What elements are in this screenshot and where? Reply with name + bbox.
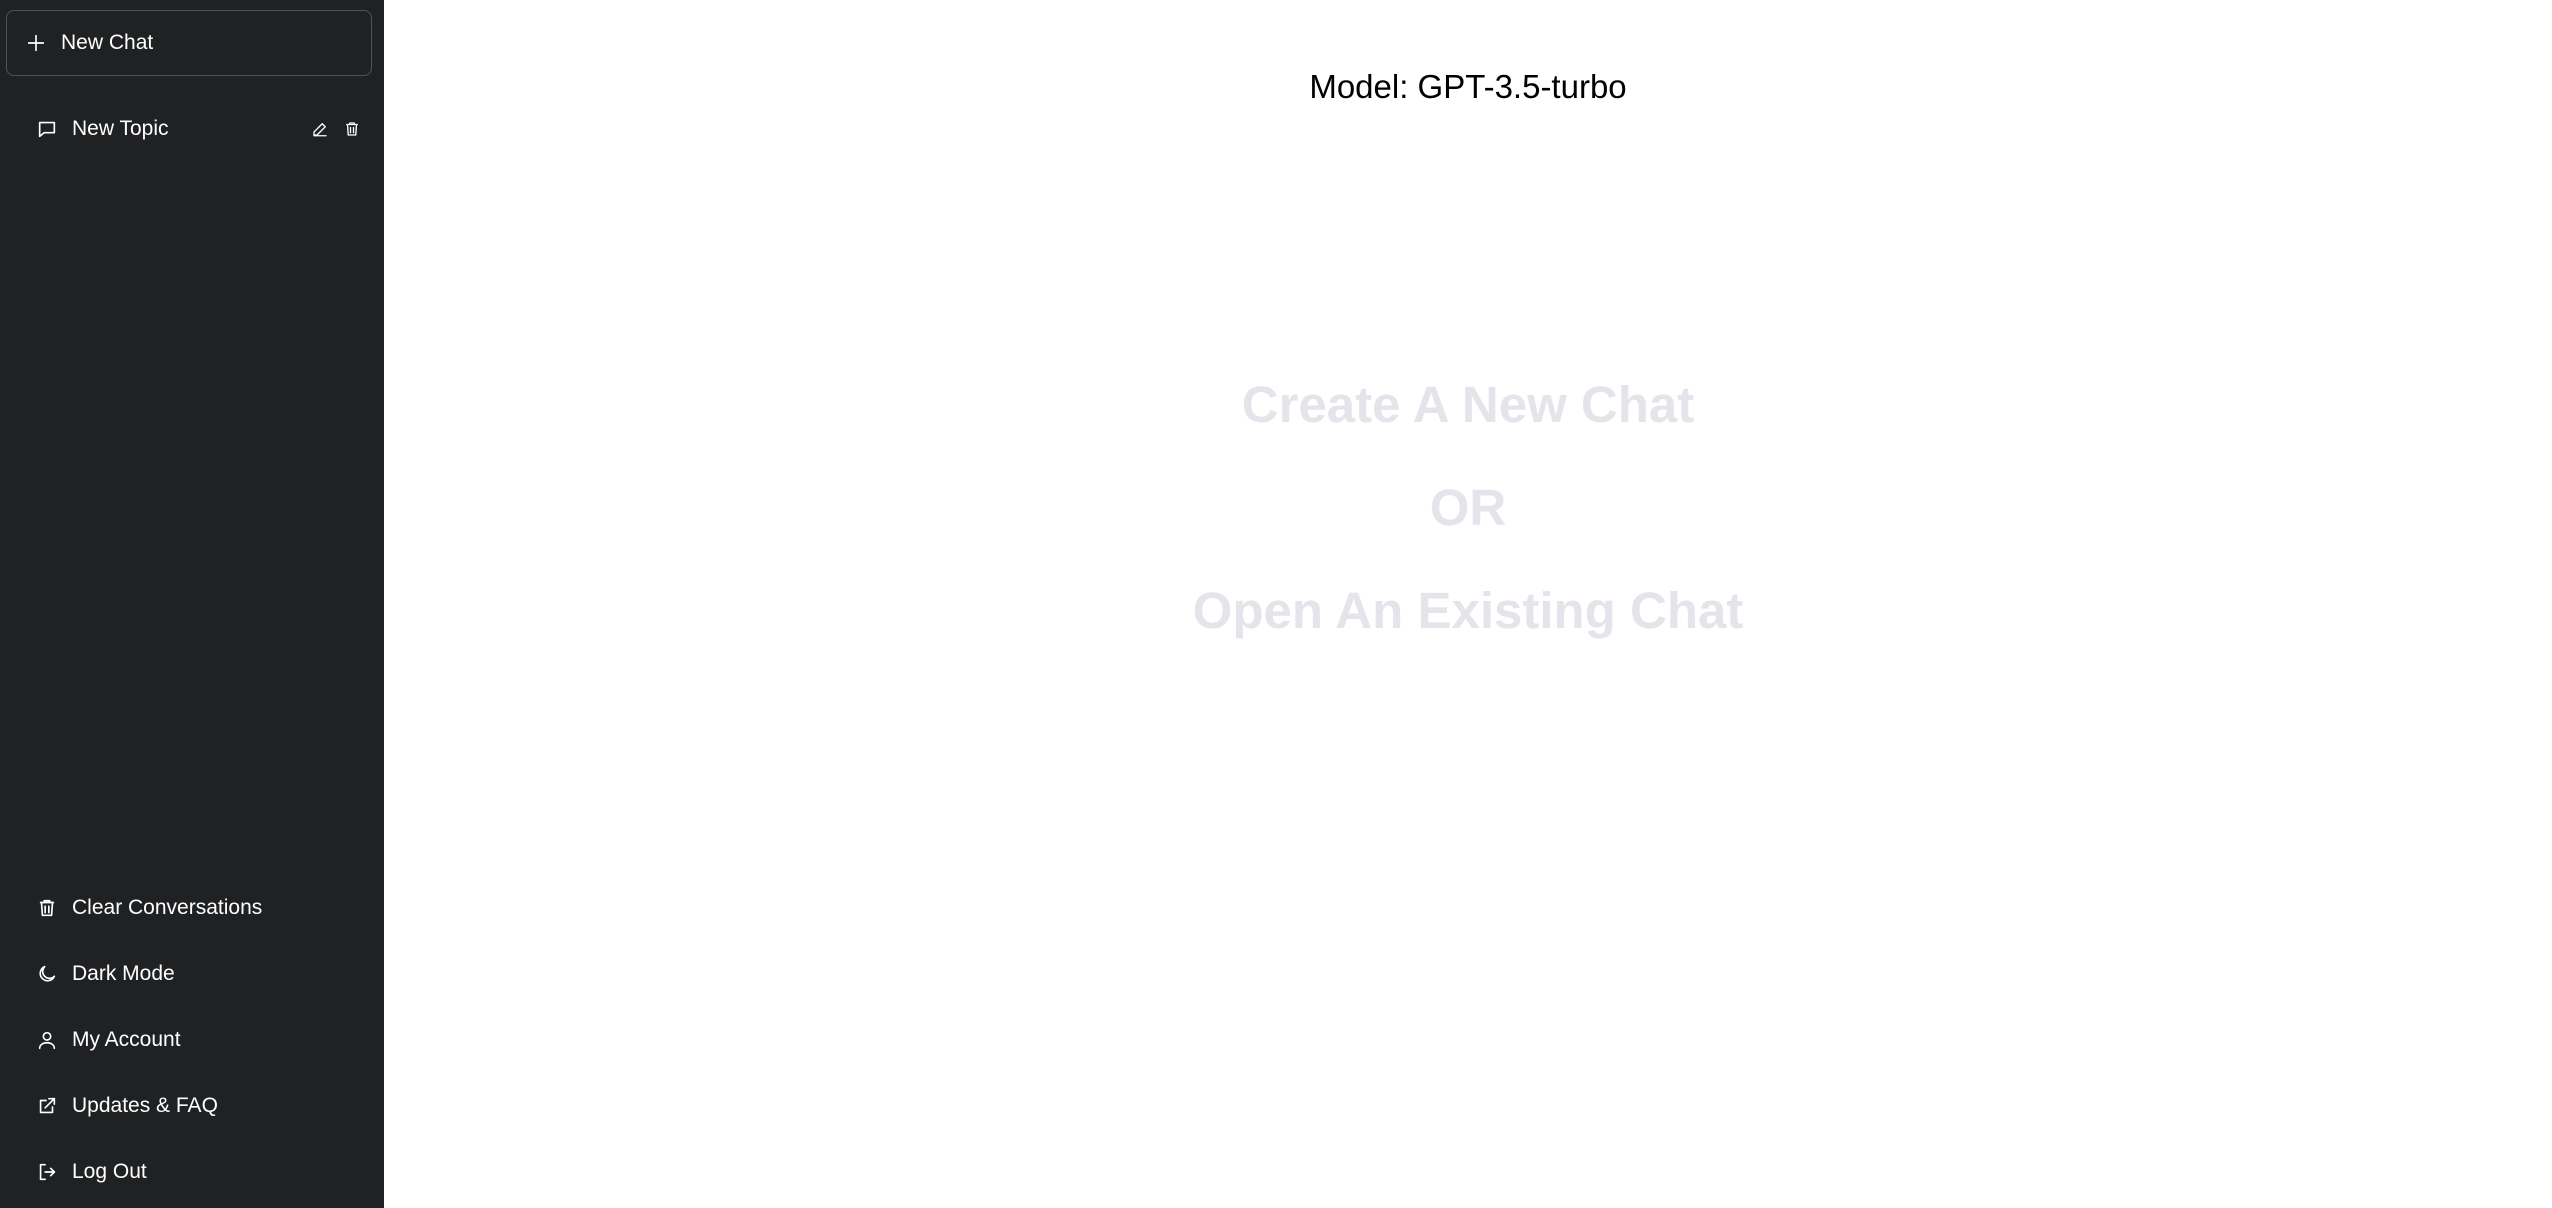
external-link-icon	[36, 1095, 58, 1117]
new-chat-label: New Chat	[61, 31, 154, 54]
clear-conversations-button[interactable]: Clear Conversations	[0, 875, 384, 941]
sidebar: New Chat New Topic Clear Conversations D…	[0, 0, 384, 1208]
log-out-label: Log Out	[72, 1160, 147, 1183]
my-account-button[interactable]: My Account	[0, 1007, 384, 1073]
empty-state-open: Open An Existing Chat	[1192, 582, 1744, 639]
main-panel: Model: GPT-3.5-turbo Create A New Chat O…	[384, 0, 2552, 1208]
moon-icon	[36, 963, 58, 985]
model-title: Model: GPT-3.5-turbo	[1309, 68, 1627, 105]
app-root: New Chat New Topic Clear Conversations D…	[0, 0, 2552, 1208]
updates-faq-label: Updates & FAQ	[72, 1094, 218, 1117]
dark-mode-button[interactable]: Dark Mode	[0, 941, 384, 1007]
delete-icon[interactable]	[342, 119, 362, 139]
my-account-label: My Account	[72, 1028, 181, 1051]
logout-icon	[36, 1161, 58, 1183]
empty-state: Create A New Chat OR Open An Existing Ch…	[384, 366, 2552, 675]
empty-state-or: OR	[1429, 479, 1507, 536]
dark-mode-label: Dark Mode	[72, 962, 175, 985]
log-out-button[interactable]: Log Out	[0, 1139, 384, 1205]
clear-conversations-label: Clear Conversations	[72, 896, 263, 919]
sidebar-bottom-menu: Clear Conversations Dark Mode My Account…	[0, 875, 384, 1205]
empty-state-create: Create A New Chat	[1241, 376, 1695, 433]
trash-icon	[36, 897, 58, 919]
updates-faq-link[interactable]: Updates & FAQ	[0, 1073, 384, 1139]
topic-actions	[310, 119, 362, 139]
chat-bubble-icon	[36, 118, 58, 140]
topic-item[interactable]: New Topic	[0, 104, 384, 154]
user-icon	[36, 1029, 58, 1051]
topic-label: New Topic	[72, 117, 169, 140]
edit-icon[interactable]	[310, 119, 330, 139]
plus-icon	[25, 32, 47, 54]
new-chat-button[interactable]: New Chat	[6, 10, 372, 76]
